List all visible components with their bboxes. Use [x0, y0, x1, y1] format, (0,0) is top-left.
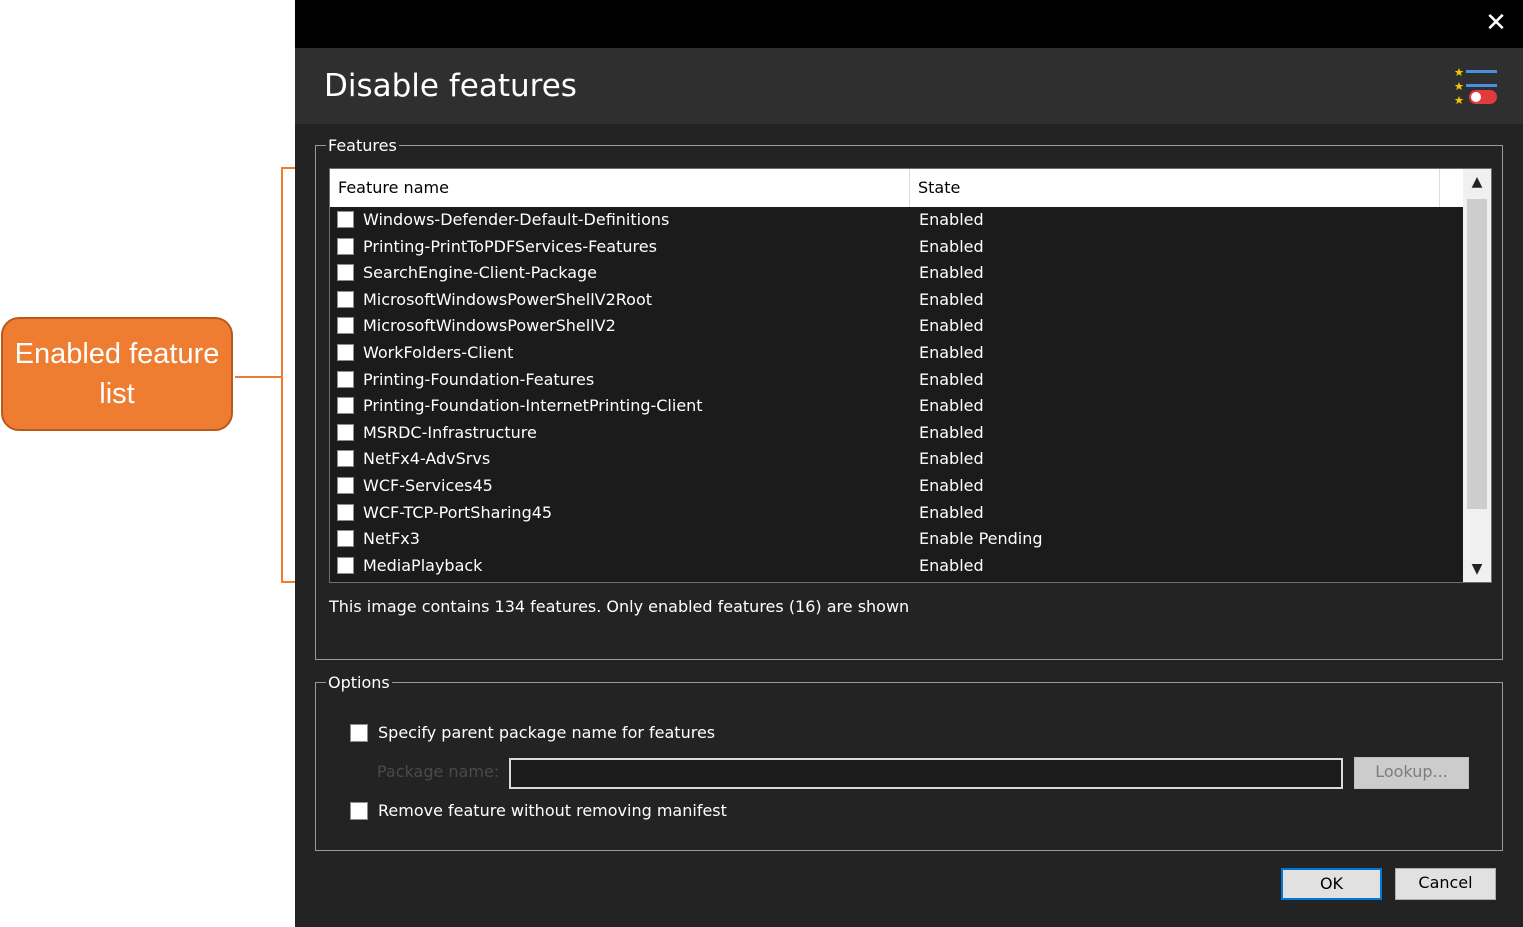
title-bar: ✕ [295, 0, 1523, 48]
remove-manifest-label[interactable]: Remove feature without removing manifest [378, 801, 727, 820]
specify-parent-label[interactable]: Specify parent package name for features [378, 723, 715, 742]
scroll-up-icon[interactable]: ▲ [1463, 169, 1491, 195]
feature-name: NetFx3 [363, 529, 420, 549]
feature-checkbox[interactable] [337, 530, 354, 548]
list-item[interactable]: WCF-TCP-PortSharing45 Enabled [330, 500, 1463, 527]
package-name-input[interactable] [509, 758, 1343, 789]
list-item[interactable]: MediaPlayback Enabled [330, 553, 1463, 580]
package-name-label: Package name: [377, 762, 500, 781]
specify-parent-checkbox[interactable] [350, 724, 368, 742]
close-button[interactable]: ✕ [1481, 8, 1511, 38]
list-item[interactable]: Windows-Defender-Default-Definitions Enab… [330, 207, 1463, 234]
ok-button[interactable]: OK [1281, 868, 1382, 900]
feature-name: Printing-PrintToPDFServices-Features [363, 236, 657, 256]
scroll-down-icon[interactable]: ▼ [1463, 556, 1491, 582]
feature-name: Printing-Foundation-Features [363, 369, 595, 389]
feature-checkbox[interactable] [337, 264, 354, 282]
feature-state: Enabled [919, 555, 984, 575]
feature-name: Printing-Foundation-InternetPrinting-Cli… [363, 396, 703, 416]
feature-name: NetFx4-AdvSrvs [363, 449, 491, 469]
features-legend: Features [328, 136, 397, 155]
feature-checkbox[interactable] [337, 397, 354, 415]
feature-name: WCF-Services45 [363, 475, 493, 495]
feature-state: Enabled [919, 342, 984, 362]
disable-features-dialog: ✕ Disable features Features Feature name… [295, 0, 1523, 927]
feature-name: MediaPlayback [363, 555, 483, 575]
feature-toggle-icon [1455, 68, 1497, 104]
list-item[interactable]: MicrosoftWindowsPowerShellV2 Enabled [330, 313, 1463, 340]
cancel-button[interactable]: Cancel [1395, 868, 1496, 900]
feature-state: Enabled [919, 289, 984, 309]
feature-checkbox[interactable] [337, 503, 354, 521]
scrollbar-thumb[interactable] [1467, 199, 1487, 509]
feature-checkbox[interactable] [337, 450, 354, 468]
lookup-button[interactable]: Lookup... [1354, 757, 1469, 789]
feature-count-info: This image contains 134 features. Only e… [329, 597, 910, 616]
feature-state: Enabled [919, 502, 984, 522]
feature-name: WorkFolders-Client [363, 342, 514, 362]
list-rows: Windows-Defender-Default-Definitions Enab… [330, 207, 1463, 579]
feature-name: SearchEngine-Client-Package [363, 263, 597, 283]
feature-checkbox[interactable] [337, 211, 354, 228]
list-item[interactable]: SearchEngine-Client-Package Enabled [330, 260, 1463, 287]
annotation-callout: Enabled feature list [1, 317, 233, 431]
list-item[interactable]: MSRDC-Infrastructure Enabled [330, 420, 1463, 447]
feature-state: Enabled [919, 475, 984, 495]
feature-checkbox[interactable] [337, 237, 354, 255]
feature-checkbox[interactable] [337, 317, 354, 335]
features-list[interactable]: Feature name State Windows-Defender-Defa… [329, 168, 1492, 583]
feature-state: Enabled [919, 422, 984, 442]
remove-manifest-checkbox[interactable] [350, 802, 368, 820]
feature-state: Enabled [919, 263, 984, 283]
feature-name: MSRDC-Infrastructure [363, 422, 537, 442]
feature-state: Enabled [919, 316, 984, 336]
feature-checkbox[interactable] [337, 423, 354, 441]
dialog-header: Disable features [295, 48, 1523, 124]
list-item[interactable]: Printing-PrintToPDFServices-Features Enab… [330, 234, 1463, 261]
feature-checkbox[interactable] [337, 343, 354, 361]
feature-state: Enabled [919, 369, 984, 389]
column-header-feature-name[interactable]: Feature name [330, 169, 910, 207]
feature-checkbox[interactable] [337, 476, 354, 494]
feature-checkbox[interactable] [337, 290, 354, 308]
feature-state: Enabled [919, 236, 984, 256]
dialog-title: Disable features [324, 68, 577, 104]
column-header-state[interactable]: State [910, 169, 1440, 207]
list-item[interactable]: NetFx3 Enable Pending [330, 526, 1463, 553]
list-item[interactable]: NetFx4-AdvSrvs Enabled [330, 446, 1463, 473]
annotation-callout-text: Enabled feature list [14, 338, 220, 410]
feature-name: WCF-TCP-PortSharing45 [363, 502, 553, 522]
list-item[interactable]: Printing-Foundation-Features Enabled [330, 367, 1463, 394]
options-legend: Options [328, 673, 390, 692]
feature-state: Enabled [919, 396, 984, 416]
feature-state: Enabled [919, 449, 984, 469]
close-icon: ✕ [1485, 8, 1507, 38]
feature-state: Enabled [919, 210, 984, 229]
feature-name: Windows-Defender-Default-Definitions [363, 210, 670, 229]
list-item[interactable]: Printing-Foundation-InternetPrinting-Cli… [330, 393, 1463, 420]
list-header: Feature name State [330, 169, 1463, 207]
feature-state: Enable Pending [919, 529, 1043, 549]
feature-checkbox[interactable] [337, 556, 354, 574]
list-item[interactable]: WCF-Services45 Enabled [330, 473, 1463, 500]
list-item[interactable]: MicrosoftWindowsPowerShellV2Root Enabled [330, 287, 1463, 314]
feature-checkbox[interactable] [337, 370, 354, 388]
feature-name: MicrosoftWindowsPowerShellV2Root [363, 289, 653, 309]
annotation-connector-line [235, 376, 282, 378]
vertical-scrollbar[interactable]: ▲ ▼ [1463, 169, 1491, 582]
feature-name: MicrosoftWindowsPowerShellV2 [363, 316, 616, 336]
list-item[interactable]: WorkFolders-Client Enabled [330, 340, 1463, 367]
